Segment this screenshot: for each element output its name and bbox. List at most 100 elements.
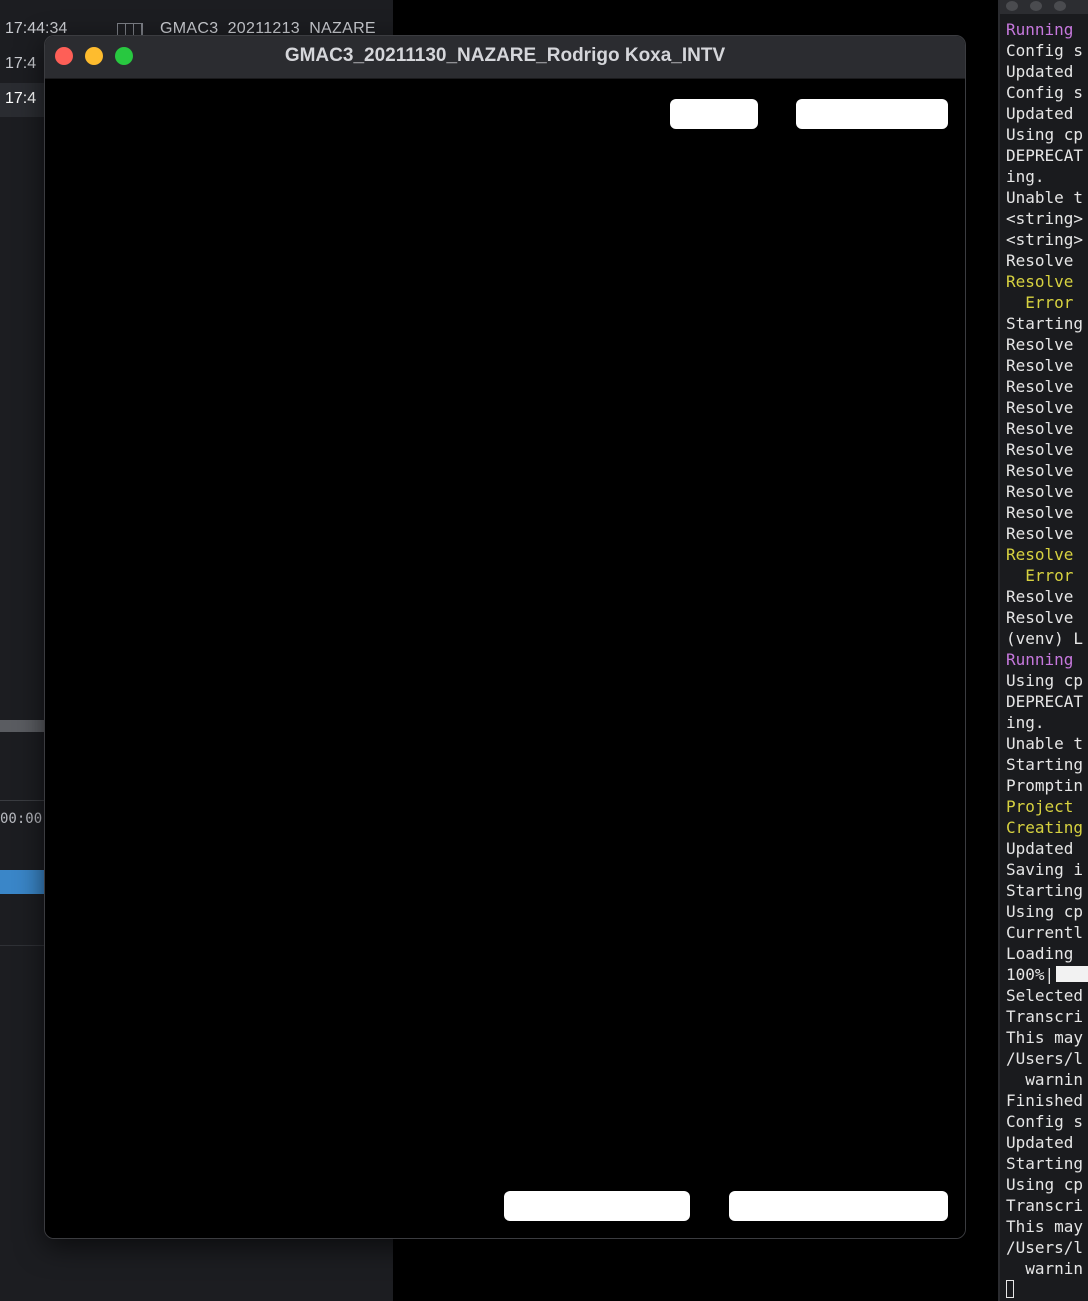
terminal-line-text: Resolve [1006,545,1074,564]
terminal-line-text: Creating [1006,818,1084,837]
terminal-line: Resolve [1006,334,1088,355]
timeline-scrollbar[interactable] [0,720,44,732]
terminal-line-text: Project [1006,797,1074,816]
terminal-line: Error [1006,565,1088,586]
terminal-line: <string> [1006,208,1088,229]
terminal-line-text: ing. [1006,713,1045,732]
terminal-line: (venv) L [1006,628,1088,649]
terminal-line: Config s [1006,1111,1088,1132]
terminal-line: Currentl [1006,922,1088,943]
terminal-line: This may [1006,1027,1088,1048]
terminal-line-text: Using cp [1006,902,1084,921]
terminal-line-text: Updated [1006,104,1074,123]
terminal-line-text: Config s [1006,83,1084,102]
terminal-line-text: Starting [1006,314,1084,333]
terminal-line-text: Resolve [1006,587,1074,606]
terminal-line: Updated [1006,838,1088,859]
window-titlebar[interactable]: GMAC3_20211130_NAZARE_Rodrigo Koxa_INTV [45,36,965,79]
terminal-line-text: Starting [1006,755,1084,774]
terminal-line: Config s [1006,40,1088,61]
terminal-line: Selected [1006,985,1088,1006]
terminal-line: ing. [1006,166,1088,187]
bottom-right-button[interactable] [729,1191,948,1221]
terminal-line: Resolve [1006,376,1088,397]
terminal-line-text: Error [1006,566,1074,585]
terminal-line-text: DEPRECAT [1006,692,1084,711]
terminal-minimize-icon[interactable] [1030,1,1042,11]
terminal-line: Resolve [1006,523,1088,544]
top-right-button[interactable] [796,99,948,129]
terminal-line: Transcri [1006,1006,1088,1027]
terminal-line-text: Using cp [1006,1175,1084,1194]
terminal-line-text: This may [1006,1028,1084,1047]
terminal-line-text: Resolve [1006,440,1074,459]
file-row-time: 17:4 [5,90,37,107]
terminal-line: Starting [1006,313,1088,334]
terminal-cursor [1006,1280,1014,1298]
terminal-line-text: /Users/l [1006,1238,1084,1257]
terminal-line-text: Finished [1006,1091,1084,1110]
terminal-line-text: <string> [1006,230,1084,249]
file-row-time: 17:4 [5,55,37,72]
terminal-line: warnin [1006,1258,1088,1279]
terminal-line-text: Resolve [1006,419,1074,438]
terminal-output: Running Config s Updated Config s Updated Usi… [1006,19,1088,1279]
window-title: GMAC3_20211130_NAZARE_Rodrigo Koxa_INTV [284,45,726,66]
terminal-line-text: Using cp [1006,671,1084,690]
terminal-line-text: Unable t [1006,734,1084,753]
timeline-track-divider [0,945,44,946]
terminal-line-text: /Users/l [1006,1049,1084,1068]
terminal-line: Starting [1006,880,1088,901]
terminal-line-text: Updated [1006,1133,1074,1152]
terminal-maximize-icon[interactable] [1054,1,1066,11]
terminal-line-text: Saving i [1006,860,1084,879]
terminal-line-text: Resolve [1006,524,1074,543]
terminal-line: Resolve [1006,607,1088,628]
terminal-line-text: Transcri [1006,1196,1084,1215]
terminal-line: Resolve [1006,355,1088,376]
terminal-line: Running [1006,19,1088,40]
terminal-line-text: Using cp [1006,125,1084,144]
timeline-timecode: 00:00 [0,811,43,827]
terminal-titlebar[interactable] [1000,0,1088,14]
terminal-line-text: Resolve [1006,377,1074,396]
terminal-line-text: This may [1006,1217,1084,1236]
terminal-line: warnin [1006,1069,1088,1090]
terminal-line-text: DEPRECAT [1006,146,1084,165]
terminal-line: Resolve [1006,481,1088,502]
terminal-line: Using cp [1006,670,1088,691]
terminal-line: Config s [1006,82,1088,103]
terminal-line: Resolve [1006,502,1088,523]
terminal-line: Updated [1006,61,1088,82]
terminal-line-text: Resolve [1006,461,1074,480]
bottom-left-button[interactable] [504,1191,690,1221]
terminal-line-text: ing. [1006,167,1045,186]
terminal-line-text: (venv) L [1006,629,1084,648]
terminal-line-text: warnin [1006,1259,1084,1278]
top-left-button[interactable] [670,99,758,129]
terminal-line: /Users/l [1006,1048,1088,1069]
terminal-line-text: Loading [1006,944,1074,963]
transcription-window: GMAC3_20211130_NAZARE_Rodrigo Koxa_INTV [44,35,966,1239]
terminal-line: Running [1006,649,1088,670]
terminal-line-text: Resolve [1006,251,1074,270]
terminal-line: Updated [1006,103,1088,124]
terminal-line-text: Error [1006,293,1074,312]
terminal-line-text: Resolve [1006,503,1074,522]
terminal-window[interactable]: Running Config s Updated Config s Updated Usi… [998,0,1088,1301]
terminal-line: Project [1006,796,1088,817]
terminal-line-text: Currentl [1006,923,1084,942]
terminal-line: Updated [1006,1132,1088,1153]
terminal-line: <string> [1006,229,1088,250]
timeline-clip[interactable] [0,870,44,894]
terminal-close-icon[interactable] [1006,1,1018,11]
terminal-line-text: 100%| [1006,965,1055,984]
timeline-divider [0,800,44,801]
terminal-line: Resolve [1006,397,1088,418]
terminal-line: 100%| [1006,964,1088,985]
terminal-line-text: Resolve [1006,335,1074,354]
terminal-line-text: Config s [1006,41,1084,60]
terminal-line: Unable t [1006,733,1088,754]
terminal-line: This may [1006,1216,1088,1237]
window-content [45,79,965,1238]
